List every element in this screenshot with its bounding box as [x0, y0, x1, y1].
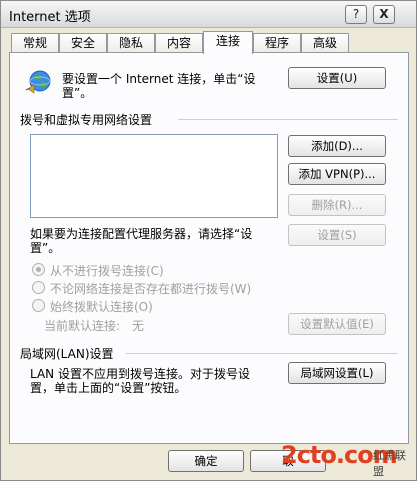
radio-dial-whenever-label: 不论网络连接是否存在都进行拨号(W) [50, 282, 252, 296]
internet-options-dialog: Internet 选项 ? X 常规 安全 隐私 内容 连接 程序 高级 要设置… [0, 0, 417, 481]
globe-network-icon [25, 70, 51, 94]
lan-group-label: 局域网(LAN)设置 [20, 347, 114, 361]
remove-button[interactable]: 删除(R)... [288, 194, 386, 216]
proxy-text-line2: 置”。 [30, 241, 61, 255]
radio-always-dial[interactable] [32, 299, 45, 312]
tab-content[interactable]: 内容 [155, 33, 203, 53]
radio-dial-whenever[interactable] [32, 281, 45, 294]
tab-general[interactable]: 常规 [11, 33, 59, 53]
connections-listbox[interactable] [30, 134, 278, 218]
watermark-side-text: 红黑联盟 [373, 449, 406, 478]
tab-privacy[interactable]: 隐私 [107, 33, 155, 53]
ok-button[interactable]: 确定 [168, 450, 244, 472]
connections-panel: 要设置一个 Internet 连接，单击“设 置”。 设置(U) 拨号和虚拟专用… [9, 52, 409, 444]
help-button[interactable]: ? [345, 5, 367, 24]
current-default-label: 当前默认连接: [44, 319, 121, 333]
proxy-text-line1: 如果要为连接配置代理服务器，请选择“设 [30, 227, 253, 241]
radio-always-dial-label: 始终拨默认连接(O) [50, 300, 153, 314]
lan-group-line [126, 353, 398, 354]
watermark: 2cto.com [281, 437, 398, 477]
radio-never-dial[interactable] [32, 263, 45, 276]
tab-programs[interactable]: 程序 [253, 33, 301, 53]
setup-text-line2: 置”。 [62, 86, 93, 100]
tab-strip: 常规 安全 隐私 内容 连接 程序 高级 [9, 31, 409, 54]
dialup-group-label: 拨号和虚拟专用网络设置 [20, 113, 153, 127]
lan-settings-button[interactable]: 局域网设置(L) [288, 362, 386, 384]
tab-connections[interactable]: 连接 [203, 31, 253, 54]
window-title: Internet 选项 [9, 10, 91, 25]
dialup-group-line [178, 119, 398, 120]
close-button[interactable]: X [373, 5, 395, 24]
title-bar[interactable]: Internet 选项 ? X [1, 1, 416, 28]
proxy-settings-button[interactable]: 设置(S) [288, 224, 386, 246]
lan-text-line2: 置，单击上面的“设置”按钮。 [30, 381, 187, 395]
add-button[interactable]: 添加(D)... [288, 135, 386, 157]
tab-security[interactable]: 安全 [59, 33, 107, 53]
set-default-button[interactable]: 设置默认值(E) [288, 313, 386, 335]
setup-button[interactable]: 设置(U) [288, 67, 386, 89]
current-default-value: 无 [132, 319, 145, 333]
tab-advanced[interactable]: 高级 [301, 33, 349, 53]
radio-never-dial-label: 从不进行拨号连接(C) [50, 264, 164, 278]
add-vpn-button[interactable]: 添加 VPN(P)... [288, 163, 386, 185]
